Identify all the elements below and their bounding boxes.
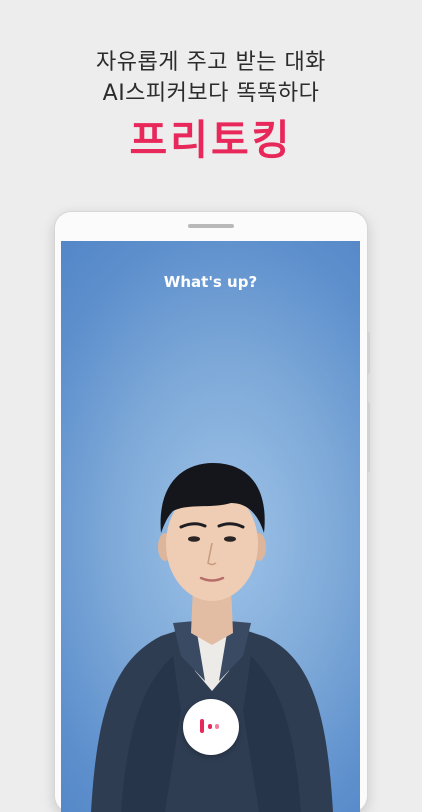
phone-side-button xyxy=(367,402,370,472)
voice-wave-icon xyxy=(208,724,212,729)
phone-side-button xyxy=(367,332,370,374)
brand-title: 프리토킹 xyxy=(129,116,293,164)
voice-input-button[interactable] xyxy=(183,699,239,755)
promo-headline-line1: 자유롭게 주고 받는 대화 xyxy=(96,50,326,75)
eye xyxy=(224,536,236,542)
promo-headline-line2: AI스피커보다 똑똑하다 xyxy=(102,81,320,106)
phone-frame: What's up? xyxy=(55,212,370,812)
voice-wave-icon xyxy=(215,724,219,729)
app-screen: What's up? xyxy=(61,241,360,812)
phone-speaker xyxy=(188,224,234,228)
voice-wave-icon xyxy=(200,719,204,733)
eye xyxy=(188,536,200,542)
